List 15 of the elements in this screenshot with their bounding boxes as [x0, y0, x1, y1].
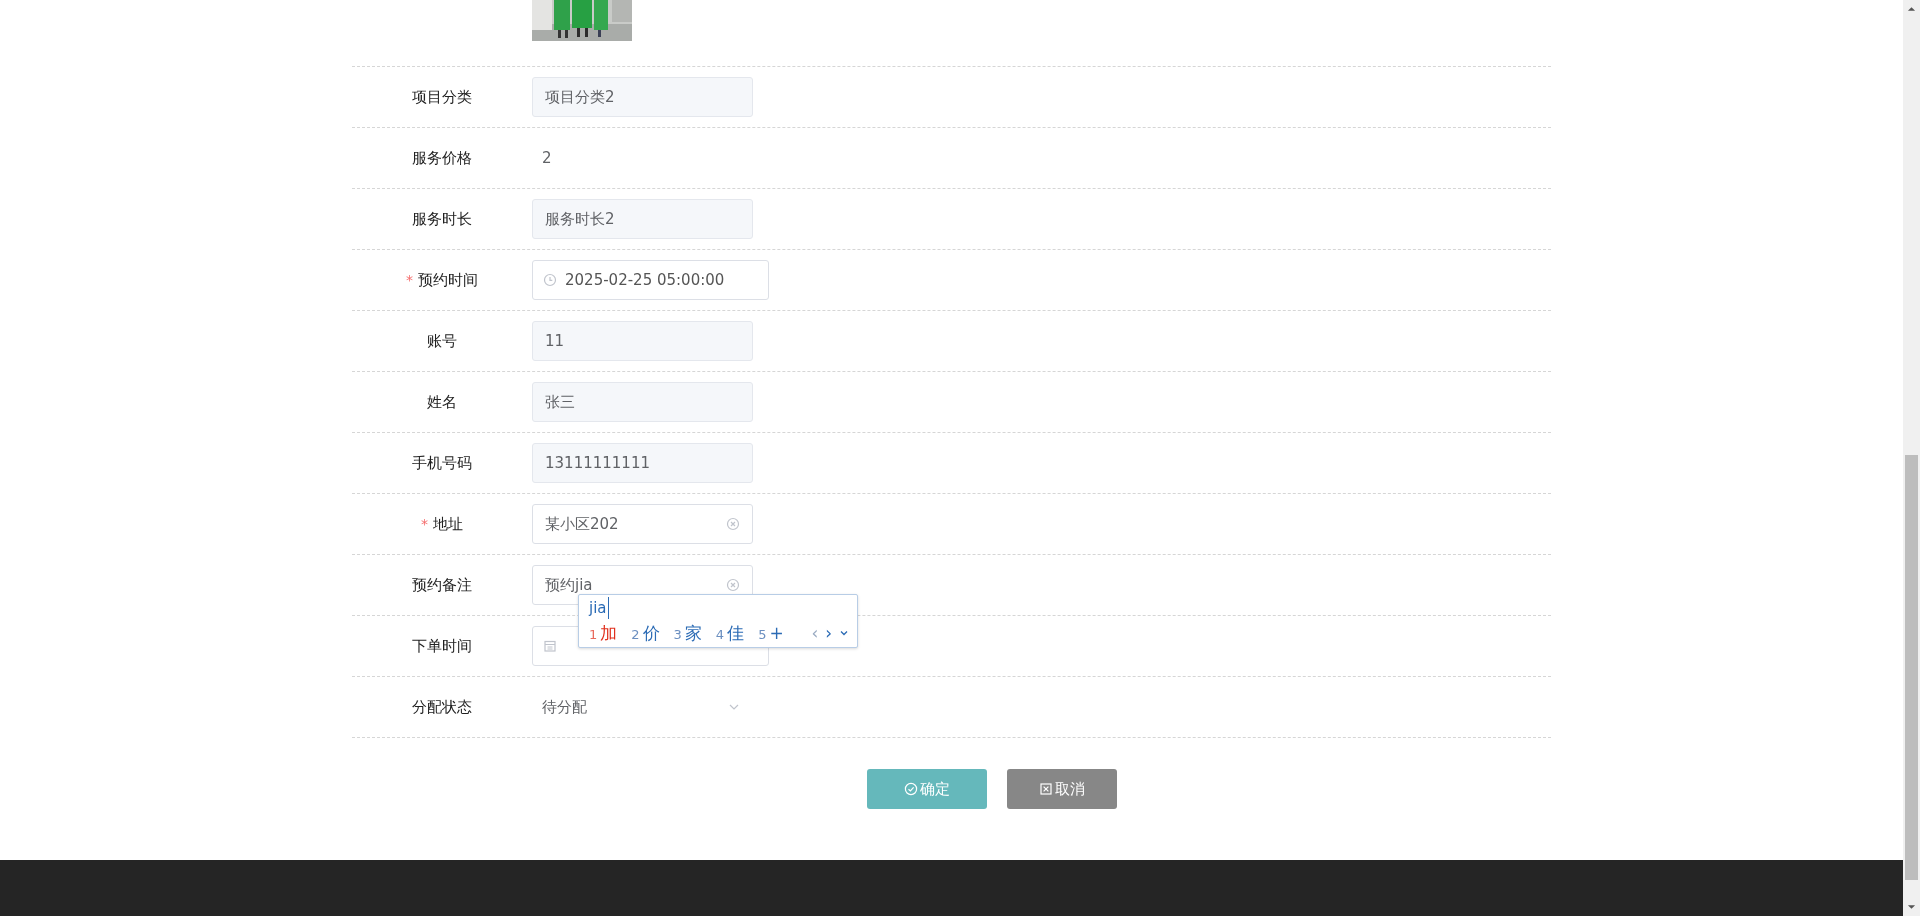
- field-label: 姓名: [427, 392, 457, 412]
- required-mark: *: [421, 516, 428, 532]
- field-label: 预约时间: [418, 270, 478, 290]
- field-label: 项目分类: [412, 87, 472, 107]
- ime-composition: jia: [589, 597, 609, 619]
- field-label: 地址: [433, 514, 463, 534]
- field-label: 预约备注: [412, 575, 472, 595]
- field-label: 手机号码: [412, 453, 472, 473]
- field-value: 2: [541, 149, 552, 167]
- field-label: 服务价格: [412, 148, 472, 168]
- required-mark: *: [406, 272, 413, 288]
- field-label: 服务时长: [412, 209, 472, 229]
- field-label: 下单时间: [412, 636, 472, 656]
- field-label: 分配状态: [412, 697, 472, 717]
- field-label: 账号: [427, 331, 457, 351]
